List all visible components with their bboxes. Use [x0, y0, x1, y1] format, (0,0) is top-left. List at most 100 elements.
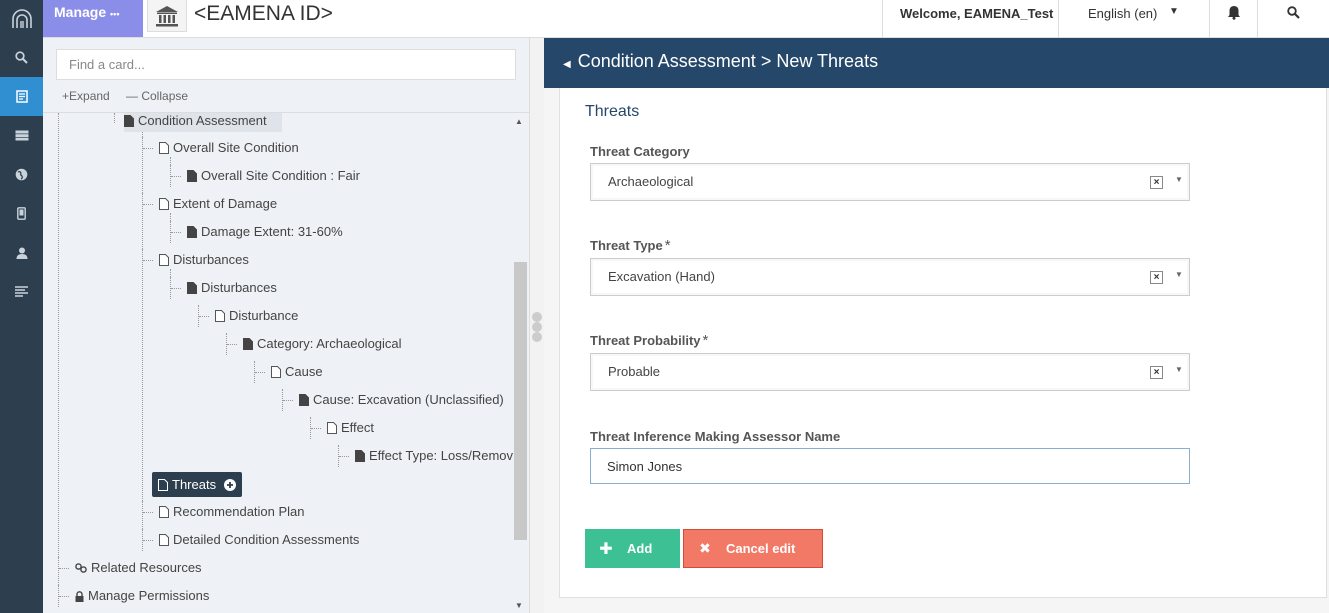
add-label: Add	[627, 541, 653, 556]
cancel-edit-button[interactable]: ✖ Cancel edit	[683, 529, 823, 568]
caret-down-icon: ▼	[1169, 6, 1179, 17]
tree-node-overall-site-condition[interactable]: Overall Site Condition	[142, 137, 299, 159]
file-icon	[159, 506, 169, 518]
caret-left-icon[interactable]: ◀	[563, 59, 571, 70]
tree-scrollbar[interactable]: ▲ ▼	[513, 113, 529, 613]
card-form-panel: ◀ Condition Assessment > New Threats Thr…	[544, 38, 1329, 613]
tree-node-label: Overall Site Condition	[173, 140, 299, 155]
tree-node-related-resources[interactable]: Related Resources	[58, 557, 202, 579]
file-icon	[271, 366, 281, 378]
tree-node-effect[interactable]: Effect	[310, 417, 374, 439]
file-icon	[159, 254, 169, 266]
more-icon: •••	[110, 9, 120, 19]
tree-node-cause[interactable]: Cause	[254, 361, 323, 383]
database-icon[interactable]	[0, 116, 43, 155]
threat-probability-value: Probable	[608, 364, 661, 379]
app-logo[interactable]	[0, 0, 43, 38]
cancel-label: Cancel edit	[726, 541, 796, 556]
tree-node-damage-extent[interactable]: Damage Extent: 31-60%	[170, 221, 343, 243]
scroll-up-icon[interactable]: ▲	[515, 117, 523, 126]
scroll-down-icon[interactable]: ▼	[515, 601, 523, 610]
tree-node-cause-excavation[interactable]: Cause: Excavation (Unclassified)	[282, 389, 504, 411]
resource-title: <EAMENA ID>	[194, 2, 333, 25]
search-icon[interactable]	[1257, 0, 1329, 37]
threat-probability-label: Threat Probability *	[590, 332, 709, 349]
card-tree: Condition Assessment Overall Site Condit…	[43, 113, 513, 613]
welcome-user[interactable]: Welcome, EAMENA_Test	[882, 0, 1058, 37]
dropdown-arrow-icon[interactable]: ▼	[1175, 175, 1183, 184]
globe-icon[interactable]	[0, 155, 43, 194]
tree-node-label: Cause: Excavation (Unclassified)	[313, 392, 504, 407]
museum-icon[interactable]	[147, 0, 187, 32]
manage-label: Manage	[54, 4, 107, 20]
file-filled-icon	[243, 338, 253, 350]
header-breadcrumb-parent[interactable]: Condition Assessment	[578, 51, 756, 71]
manage-menu-button[interactable]: Manage •••	[43, 0, 143, 37]
threat-type-value: Excavation (Hand)	[608, 269, 715, 284]
dropdown-arrow-icon[interactable]: ▼	[1175, 365, 1183, 374]
required-marker: *	[664, 237, 671, 254]
clear-icon[interactable]: ×	[1150, 366, 1163, 379]
file-icon	[159, 142, 169, 154]
expand-button[interactable]: +Expand	[62, 89, 110, 103]
add-button[interactable]: ✚ Add	[585, 529, 680, 568]
collapse-button[interactable]: — Collapse	[126, 89, 188, 103]
mobile-icon[interactable]	[0, 194, 43, 233]
tree-node-disturbances[interactable]: Disturbances	[142, 249, 249, 271]
tree-node-label: Detailed Condition Assessments	[173, 532, 360, 547]
minus-icon: —	[126, 89, 142, 103]
tree-node-condition-assessment[interactable]: Condition Assessment	[124, 113, 282, 132]
tree-node-detailed-condition-assessments[interactable]: Detailed Condition Assessments	[142, 529, 359, 551]
collapse-label: Collapse	[141, 89, 189, 103]
tree-node-label: Disturbances	[173, 252, 249, 267]
scrollbar-thumb[interactable]	[514, 262, 527, 540]
tree-node-label: Disturbance	[229, 308, 299, 323]
tree-node-label: Manage Permissions	[88, 588, 210, 603]
card-tree-panel: +Expand — Collapse Condition Assessment …	[43, 38, 530, 613]
file-icon	[159, 534, 169, 546]
file-filled-icon	[299, 394, 309, 406]
tree-node-label: Effect Type: Loss/Removal/Destruction	[369, 448, 513, 463]
file-filled-icon	[124, 115, 134, 127]
tree-node-disturbance[interactable]: Disturbance	[198, 305, 298, 327]
threat-type-select[interactable]: Excavation (Hand) × ▼	[590, 258, 1190, 296]
tree-node-effect-type[interactable]: Effect Type: Loss/Removal/Destruction	[338, 445, 513, 467]
user-icon[interactable]	[0, 233, 43, 272]
find-card-input[interactable]	[56, 49, 516, 80]
tree-node-label: Related Resources	[91, 560, 202, 575]
file-filled-icon	[187, 282, 197, 294]
dropdown-arrow-icon[interactable]: ▼	[1175, 270, 1183, 279]
plus-icon: +	[62, 89, 70, 103]
threat-category-select[interactable]: Archaeological × ▼	[590, 163, 1190, 201]
tree-node-category-archaeological[interactable]: Category: Archaeological	[226, 333, 402, 355]
panel-splitter[interactable]	[530, 38, 544, 613]
plus-icon: ✚	[599, 540, 613, 558]
required-marker: *	[702, 332, 709, 349]
tree-node-threats[interactable]: Threats	[152, 472, 243, 497]
clear-icon[interactable]: ×	[1150, 271, 1163, 284]
tree-node-label: Overall Site Condition : Fair	[201, 168, 360, 183]
clear-icon[interactable]: ×	[1150, 176, 1163, 189]
card-title: Threats	[585, 103, 640, 120]
resource-editor-icon[interactable]	[0, 77, 43, 116]
add-circle-icon[interactable]	[224, 478, 237, 491]
assessor-name-input[interactable]	[590, 448, 1190, 484]
tree-node-label: Cause	[285, 364, 323, 379]
tree-node-label: Condition Assessment	[138, 113, 267, 128]
list-icon[interactable]	[0, 272, 43, 311]
tree-node-disturbances-instance[interactable]: Disturbances	[170, 277, 277, 299]
file-icon	[327, 422, 337, 434]
search-icon[interactable]	[0, 38, 43, 77]
tree-node-recommendation-plan[interactable]: Recommendation Plan	[142, 501, 305, 523]
tree-node-label: Effect	[341, 420, 375, 435]
threat-probability-select[interactable]: Probable × ▼	[590, 353, 1190, 391]
language-selector[interactable]: English (en) ▼	[1058, 0, 1209, 37]
language-label: English (en)	[1088, 6, 1158, 21]
tree-node-label: Category: Archaeological	[257, 336, 402, 351]
threat-category-value: Archaeological	[608, 174, 694, 189]
tree-node-overall-site-condition-fair[interactable]: Overall Site Condition : Fair	[170, 165, 360, 187]
tree-node-extent-of-damage[interactable]: Extent of Damage	[142, 193, 277, 215]
tree-node-manage-permissions[interactable]: Manage Permissions	[58, 585, 209, 607]
bell-icon[interactable]	[1209, 0, 1257, 37]
threat-type-label: Threat Type *	[590, 237, 671, 254]
